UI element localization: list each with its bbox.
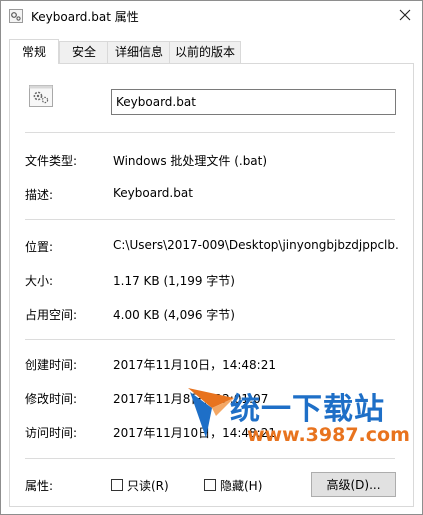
readonly-label[interactable]: 只读(R)	[127, 477, 169, 494]
batch-file-icon	[29, 85, 53, 107]
file-name-input[interactable]	[111, 89, 396, 115]
separator	[25, 219, 395, 220]
size-label: 大小:	[25, 274, 54, 288]
tab-previous-versions[interactable]: 以前的版本	[169, 41, 241, 63]
created-label: 创建时间:	[25, 358, 78, 372]
advanced-button[interactable]: 高级(D)...	[311, 472, 396, 497]
hidden-checkbox[interactable]	[204, 479, 216, 491]
size-on-disk-value: 4.00 KB (4,096 字节)	[113, 308, 235, 322]
modified-label: 修改时间:	[25, 392, 78, 406]
separator	[25, 458, 395, 459]
hidden-label[interactable]: 隐藏(H)	[220, 477, 262, 494]
location-value[interactable]: C:\Users\2017-009\Desktop\jinyongbjbzdjp…	[113, 238, 399, 252]
separator	[25, 339, 395, 340]
watermark-text: 统一下载站	[230, 392, 385, 427]
location-label: 位置:	[25, 240, 54, 254]
description-label: 描述:	[25, 188, 54, 202]
file-type-label: 文件类型:	[25, 154, 78, 168]
separator	[25, 132, 395, 133]
tab-details[interactable]: 详细信息	[107, 41, 171, 63]
attributes-label: 属性:	[25, 479, 54, 493]
size-value: 1.17 KB (1,199 字节)	[113, 274, 235, 288]
watermark-url: www.3987.com	[247, 424, 410, 446]
tab-general[interactable]: 常规	[9, 39, 59, 64]
size-on-disk-label: 占用空间:	[25, 308, 78, 322]
window-title: Keyboard.bat 属性	[31, 10, 139, 24]
settings-file-icon	[9, 9, 23, 23]
created-value: 2017年11月10日，14:48:21	[113, 358, 276, 372]
file-type-value: Windows 批处理文件 (.bat)	[113, 154, 268, 168]
readonly-checkbox[interactable]	[111, 479, 123, 491]
close-button[interactable]	[393, 4, 417, 26]
close-icon	[399, 9, 411, 21]
description-value: Keyboard.bat	[113, 186, 193, 200]
accessed-label: 访问时间:	[25, 426, 78, 440]
tab-security[interactable]: 安全	[59, 41, 109, 63]
